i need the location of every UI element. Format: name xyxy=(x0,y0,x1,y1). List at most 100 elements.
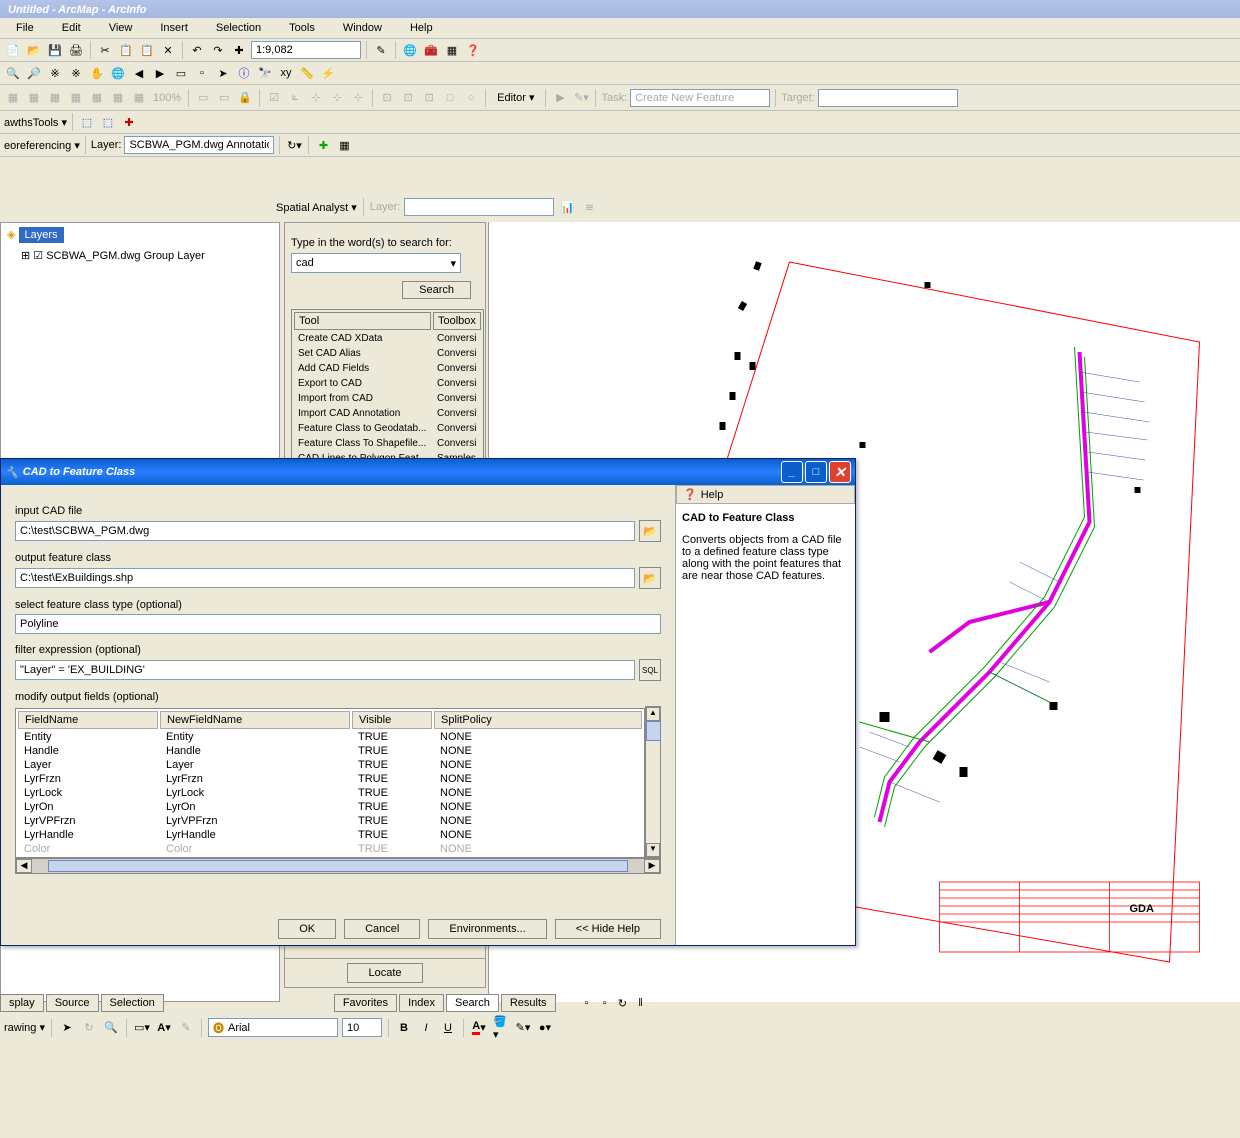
goto-xy-icon[interactable]: xy xyxy=(277,64,295,82)
add-data-icon[interactable]: ✚ xyxy=(230,41,248,59)
font-color-icon[interactable]: A▾ xyxy=(470,1019,488,1037)
minimize-button[interactable]: _ xyxy=(781,461,803,483)
tab-search[interactable]: Search xyxy=(446,994,499,1012)
browse-input-button[interactable]: 📂 xyxy=(639,520,661,542)
scroll-up-icon[interactable]: ▲ xyxy=(646,707,660,721)
georef-table-icon[interactable]: ▦ xyxy=(335,136,353,154)
find-icon[interactable]: 🔭 xyxy=(256,64,274,82)
menu-edit[interactable]: Edit xyxy=(50,20,93,36)
close-button[interactable]: ✕ xyxy=(829,461,851,483)
edit-pencil-icon[interactable]: ✎▾ xyxy=(572,89,590,107)
new-icon[interactable]: 📄 xyxy=(4,41,22,59)
edit-tool3[interactable]: ⊹ xyxy=(328,89,346,107)
target-combo[interactable] xyxy=(818,89,958,107)
rotate-icon[interactable]: ↻ xyxy=(80,1019,98,1037)
zoom-in-icon[interactable]: 🔍 xyxy=(4,64,22,82)
result-row[interactable]: Import from CADConversi xyxy=(294,392,481,405)
hscroll[interactable]: ◀ ▶ xyxy=(15,858,661,874)
print-icon[interactable]: 🖨 xyxy=(67,41,85,59)
result-row[interactable]: Import CAD AnnotationConversi xyxy=(294,407,481,420)
arccatalog-icon[interactable]: 🌐 xyxy=(401,41,419,59)
new-rect-icon[interactable]: ▭▾ xyxy=(133,1019,151,1037)
dialog-titlebar[interactable]: 🔧 CAD to Feature Class _ □ ✕ xyxy=(1,459,855,485)
tab-display[interactable]: splay xyxy=(0,994,44,1012)
hyperlink-icon[interactable]: ⚡ xyxy=(319,64,337,82)
layout-btn7[interactable]: ▦ xyxy=(130,89,148,107)
view-layout-icon[interactable]: ▫ xyxy=(596,994,614,1012)
toc-root[interactable]: Layers xyxy=(19,227,64,243)
hawths-menu[interactable]: awthsTools ▾ xyxy=(4,116,67,129)
menu-help[interactable]: Help xyxy=(398,20,445,36)
pan-icon[interactable]: ✋ xyxy=(88,64,106,82)
layout-btn1[interactable]: ▦ xyxy=(4,89,22,107)
full-extent-icon[interactable]: 🌐 xyxy=(109,64,127,82)
redo-icon[interactable]: ↷ xyxy=(209,41,227,59)
save-icon[interactable]: 💾 xyxy=(46,41,64,59)
line-color-icon[interactable]: ✎▾ xyxy=(514,1019,532,1037)
spatial-menu[interactable]: Spatial Analyst ▾ xyxy=(276,201,357,214)
hide-help-button[interactable]: << Hide Help xyxy=(555,919,661,939)
cancel-button[interactable]: Cancel xyxy=(344,919,420,939)
dataframe-icon2[interactable]: ▭ xyxy=(215,89,233,107)
prev-extent-icon[interactable]: ◀ xyxy=(130,64,148,82)
zoom-out-icon[interactable]: 🔎 xyxy=(25,64,43,82)
result-row[interactable]: Create CAD XDataConversi xyxy=(294,332,481,345)
layout-btn6[interactable]: ▦ xyxy=(109,89,127,107)
tab-results[interactable]: Results xyxy=(501,994,556,1012)
menu-file[interactable]: File xyxy=(4,20,46,36)
zoom-elem-icon[interactable]: 🔍 xyxy=(102,1019,120,1037)
marker-color-icon[interactable]: ●▾ xyxy=(536,1019,554,1037)
hawths-rect-icon[interactable]: ⬚ xyxy=(78,113,96,131)
dataframe-icon[interactable]: ▭ xyxy=(194,89,212,107)
drawing-menu[interactable]: rawing ▾ xyxy=(4,1021,45,1034)
copy-icon[interactable]: 📋 xyxy=(117,41,135,59)
edit-tool7[interactable]: ⊡ xyxy=(420,89,438,107)
output-fc-field[interactable] xyxy=(15,568,635,588)
edit-tool1[interactable]: ⟀ xyxy=(286,89,304,107)
scroll-right-icon[interactable]: ▶ xyxy=(644,859,660,873)
tab-selection[interactable]: Selection xyxy=(101,994,164,1012)
menu-insert[interactable]: Insert xyxy=(148,20,200,36)
fill-color-icon[interactable]: 🪣▾ xyxy=(492,1019,510,1037)
edit-tool2[interactable]: ⊹ xyxy=(307,89,325,107)
fctype-field[interactable] xyxy=(15,614,661,634)
result-row[interactable]: Feature Class to Geodatab...Conversi xyxy=(294,422,481,435)
cmdline-icon[interactable]: ▦ xyxy=(443,41,461,59)
menu-window[interactable]: Window xyxy=(331,20,394,36)
spatial-layer-combo[interactable] xyxy=(404,198,554,216)
identify-icon[interactable]: ⓘ xyxy=(235,64,253,82)
scale-input[interactable] xyxy=(251,41,361,59)
pause-icon[interactable]: ‖ xyxy=(632,994,650,1012)
menu-tools[interactable]: Tools xyxy=(277,20,327,36)
italic-icon[interactable]: I xyxy=(417,1019,435,1037)
font-combo[interactable]: 🅞 Arial xyxy=(208,1018,338,1037)
result-row[interactable]: Export to CADConversi xyxy=(294,377,481,390)
edit-tool4[interactable]: ⊹ xyxy=(349,89,367,107)
sql-button[interactable]: SQL xyxy=(639,659,661,681)
spatial-contour-icon[interactable]: ≋ xyxy=(580,198,598,216)
clear-select-icon[interactable]: ▫ xyxy=(193,64,211,82)
hawths-select-icon[interactable]: ⬚ xyxy=(99,113,117,131)
tab-index[interactable]: Index xyxy=(399,994,444,1012)
maximize-button[interactable]: □ xyxy=(805,461,827,483)
task-combo[interactable] xyxy=(630,89,770,107)
view-data-icon[interactable]: ▫ xyxy=(578,994,596,1012)
filter-field[interactable] xyxy=(15,660,635,680)
spatial-hist-icon[interactable]: 📊 xyxy=(558,198,576,216)
georef-link-icon[interactable]: ✚ xyxy=(314,136,332,154)
measure-icon[interactable]: 📏 xyxy=(298,64,316,82)
hscroll-thumb[interactable] xyxy=(48,860,628,872)
edit-vertices-icon[interactable]: ✎ xyxy=(177,1019,195,1037)
col-toolbox[interactable]: Toolbox xyxy=(433,312,481,330)
scroll-left-icon[interactable]: ◀ xyxy=(16,859,32,873)
new-text-icon[interactable]: A▾ xyxy=(155,1019,173,1037)
editor-toolbar-icon[interactable]: ✎ xyxy=(372,41,390,59)
refresh-icon[interactable]: ↻ xyxy=(614,994,632,1012)
undo-icon[interactable]: ↶ xyxy=(188,41,206,59)
toc-item[interactable]: ⊞ ☑ SCBWA_PGM.dwg Group Layer xyxy=(1,247,279,264)
edit-tool9[interactable]: ○ xyxy=(462,89,480,107)
menu-selection[interactable]: Selection xyxy=(204,20,273,36)
layout-btn3[interactable]: ▦ xyxy=(46,89,64,107)
sketch-icon[interactable]: ☑ xyxy=(265,89,283,107)
toolbox-icon[interactable]: 🧰 xyxy=(422,41,440,59)
